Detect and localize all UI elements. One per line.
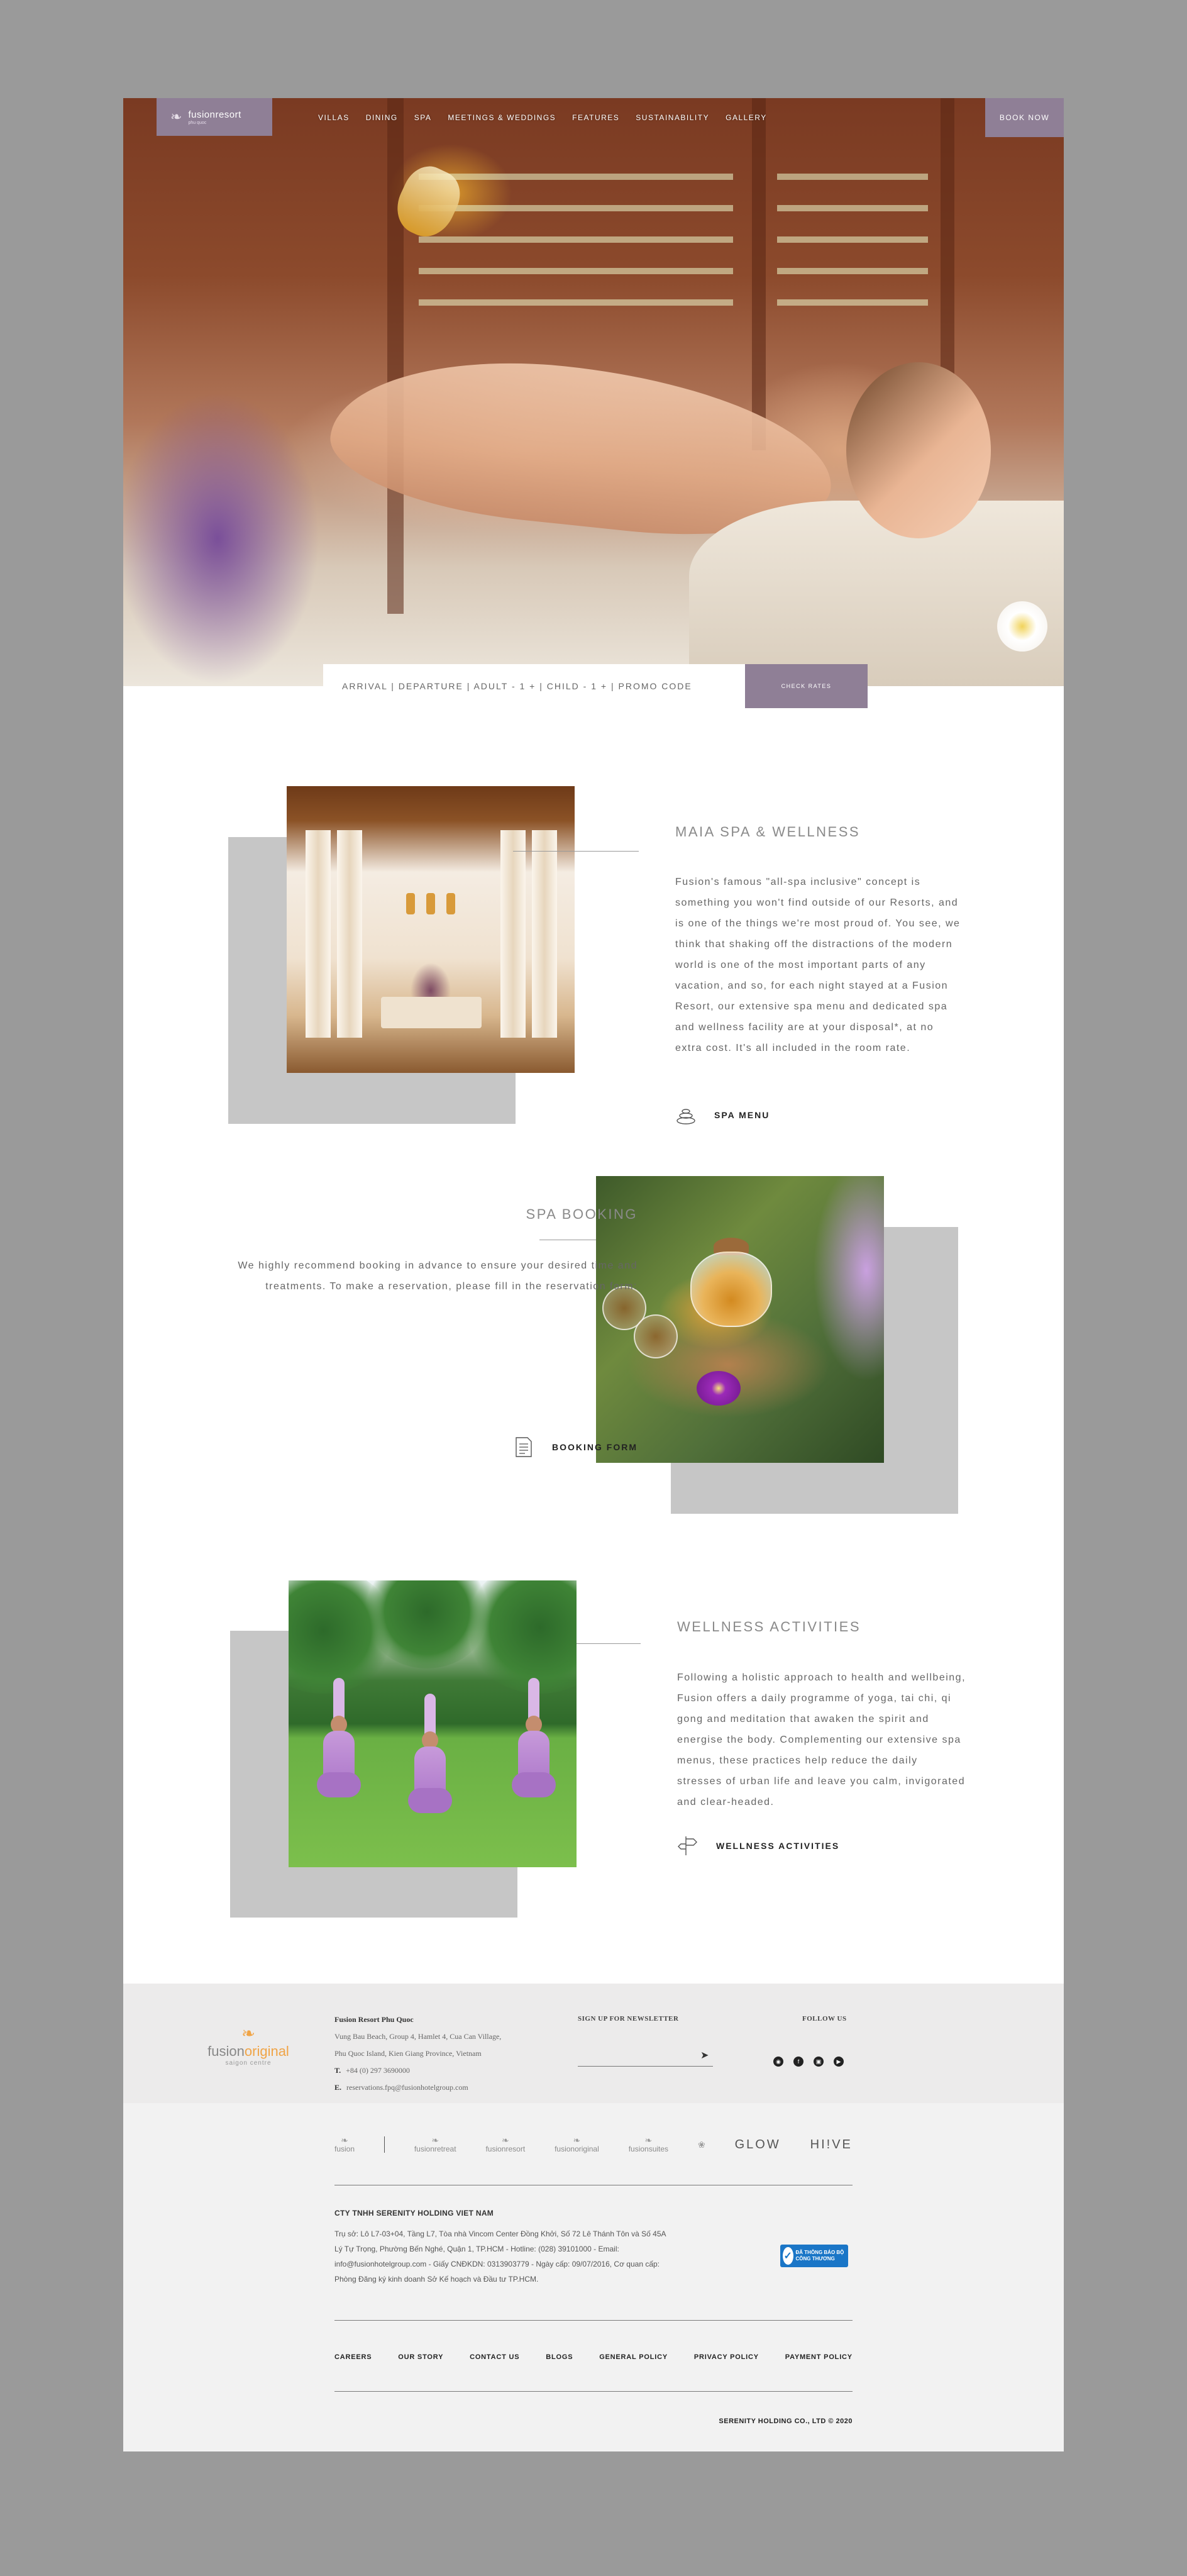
address-line-1: Vung Bau Beach, Group 4, Hamlet 4, Cua C… <box>334 2032 502 2041</box>
footer-link-general-policy[interactable]: GENERAL POLICY <box>599 2353 668 2361</box>
send-icon[interactable]: ➤ <box>700 2049 709 2062</box>
nav-item-villas[interactable]: Villas <box>318 113 350 122</box>
footer-bottom: ❧ fusion ❧ fusionretreat ❧ fusionresort ❧ fu… <box>123 2103 1064 2451</box>
brand-fusion-original[interactable]: ❧ fusionoriginal <box>555 2136 599 2153</box>
signpost-icon <box>677 1835 698 1857</box>
email-address[interactable]: reservations.fpq@fusionhotelgroup.com <box>346 2083 468 2092</box>
nav-item-meetings-weddings[interactable]: Meetings & Weddings <box>448 113 556 122</box>
footer-logo[interactable]: ❧ fusionoriginal saigon centre <box>201 2024 295 2067</box>
spa-pavilion-photo <box>287 786 575 1073</box>
nav-item-sustainability[interactable]: Sustainability <box>636 113 709 122</box>
government-cert-badge[interactable]: ✓ ĐÃ THÔNG BÁO BỘ CÔNG THƯƠNG <box>780 2245 848 2267</box>
book-now-button[interactable]: BOOK NOW <box>985 98 1064 137</box>
footer-link-careers[interactable]: CAREERS <box>334 2353 372 2361</box>
brand-bird-icon: ❧ <box>341 2135 348 2145</box>
section-text-wellness: Following a holistic approach to health … <box>677 1672 966 1807</box>
booking-bar: ARRIVAL | DEPARTURE | ADULT - 1 + | CHIL… <box>323 664 868 708</box>
check-rates-button[interactable]: CHECK RATES <box>745 664 868 708</box>
footer-link-blogs[interactable]: BLOGS <box>546 2353 573 2361</box>
brand-bird-icon: ❧ <box>644 2135 653 2145</box>
brand-fusion[interactable]: ❧ fusion <box>334 2136 355 2153</box>
logo-sub: phu quoc <box>188 120 207 125</box>
footer-logo-sub: saigon centre <box>225 2060 272 2067</box>
brand-bird-icon: ❧ <box>573 2135 581 2145</box>
wellness-activities-label: WELLNESS ACTIVITIES <box>716 1841 840 1851</box>
brand-bird-icon: ❧ <box>431 2135 439 2145</box>
footer-logo-text-b: original <box>244 2043 289 2059</box>
footer-divider <box>334 2320 853 2321</box>
logo[interactable]: ❧ fusionresort phu quoc <box>157 98 272 136</box>
brand-emblem-icon: ❀ <box>697 2140 705 2150</box>
logo-text: fusionresort <box>188 109 241 120</box>
footer-link-our-story[interactable]: OUR STORY <box>398 2353 443 2361</box>
section-title-spa: MAIA SPA & WELLNESS <box>675 824 861 840</box>
section-title-booking: SPA BOOKING <box>526 1206 638 1222</box>
brand-fusion-suites[interactable]: ❧ fusionsuites <box>629 2136 668 2153</box>
brand-glow[interactable]: GLOW <box>735 2138 781 2152</box>
spa-menu-label: SPA MENU <box>714 1110 770 1120</box>
nav-item-features[interactable]: Features <box>572 113 619 122</box>
section-title-wellness: WELLNESS ACTIVITIES <box>677 1619 861 1635</box>
hero-image: ❧ fusionresort phu quoc Villas Dining Sp… <box>123 98 1064 686</box>
copyright: SERENITY HOLDING CO., LTD © 2020 <box>719 2418 853 2425</box>
phone-number[interactable]: +84 (0) 297 3690000 <box>346 2066 410 2075</box>
follow-us-title: FOLLOW US <box>802 2015 847 2023</box>
brand-fusion-resort[interactable]: ❧ fusionresort <box>485 2136 525 2153</box>
phone-label: T. <box>334 2066 341 2075</box>
footer-address: Fusion Resort Phu Quoc Vung Bau Beach, G… <box>334 2011 501 2096</box>
facebook-icon[interactable]: f <box>793 2057 803 2067</box>
nav-item-gallery[interactable]: Gallery <box>726 113 767 122</box>
footer-top: ❧ fusionoriginal saigon centre Fusion Re… <box>123 1984 1064 2103</box>
brand-emblem[interactable]: ❀ <box>698 2140 705 2149</box>
tripadvisor-icon[interactable]: ◉ <box>773 2057 783 2067</box>
page: ❧ fusionresort phu quoc Villas Dining Sp… <box>123 98 1064 2451</box>
footer-logo-bird-icon: ❧ <box>241 2024 255 2043</box>
footer-divider <box>334 2391 853 2392</box>
email-label: E. <box>334 2083 342 2092</box>
booking-form-link[interactable]: BOOKING FORM <box>386 1436 638 1458</box>
yoga-photo <box>289 1580 577 1867</box>
newsletter-title: SIGN UP FOR NEWSLETTER <box>578 2015 679 2023</box>
company-info: Trụ sở: Lô L7-03+04, Tầng L7, Tòa nhà Vi… <box>334 2229 666 2284</box>
cert-badge-text: ĐÃ THÔNG BÁO BỘ CÔNG THƯƠNG <box>795 2250 844 2262</box>
footer-links: CAREERS OUR STORY CONTACT US BLOGS GENER… <box>334 2353 853 2361</box>
wellness-activities-link[interactable]: WELLNESS ACTIVITIES <box>677 1835 839 1857</box>
newsletter-email-input[interactable] <box>578 2050 713 2067</box>
brand-fusion-retreat[interactable]: ❧ fusionretreat <box>414 2136 456 2153</box>
nav-item-spa[interactable]: Spa <box>414 113 432 122</box>
booking-fields[interactable]: ARRIVAL | DEPARTURE | ADULT - 1 + | CHIL… <box>323 681 742 691</box>
section-text-booking: We highly recommend booking in advance t… <box>238 1260 638 1292</box>
company-name: CTY TNHH SERENITY HOLDING VIET NAM <box>334 2209 494 2218</box>
address-line-2: Phu Quoc Island, Kien Giang Province, Vi… <box>334 2049 482 2058</box>
logo-bird-icon: ❧ <box>170 109 182 125</box>
footer-link-contact-us[interactable]: CONTACT US <box>470 2353 519 2361</box>
instagram-icon[interactable]: ▣ <box>814 2057 824 2067</box>
social-links: ◉ f ▣ ▶ <box>773 2057 844 2067</box>
footer-link-privacy-policy[interactable]: PRIVACY POLICY <box>694 2353 759 2361</box>
spa-menu-link[interactable]: SPA MENU <box>675 1104 770 1126</box>
divider-line <box>577 1643 641 1644</box>
youtube-icon[interactable]: ▶ <box>834 2057 844 2067</box>
spa-stones-icon <box>675 1104 697 1126</box>
brand-separator <box>384 2136 385 2153</box>
check-icon: ✓ <box>783 2247 793 2265</box>
booking-form-label: BOOKING FORM <box>552 1442 638 1452</box>
brand-bird-icon: ❧ <box>501 2135 509 2145</box>
resort-name: Fusion Resort Phu Quoc <box>334 2015 414 2024</box>
main-nav: Villas Dining Spa Meetings & Weddings Fe… <box>318 113 767 122</box>
nav-item-dining[interactable]: Dining <box>366 113 398 122</box>
divider-line <box>513 851 639 852</box>
brand-list: ❧ fusion ❧ fusionretreat ❧ fusionresort ❧ fu… <box>334 2132 853 2157</box>
tea-tray-photo <box>596 1176 884 1463</box>
document-icon <box>513 1436 534 1458</box>
section-text-spa: Fusion's famous "all-spa inclusive" conc… <box>675 877 961 1053</box>
footer-link-payment-policy[interactable]: PAYMENT POLICY <box>785 2353 853 2361</box>
footer-logo-text-a: fusion <box>207 2043 245 2059</box>
brand-hiive[interactable]: HI!VE <box>810 2138 853 2152</box>
